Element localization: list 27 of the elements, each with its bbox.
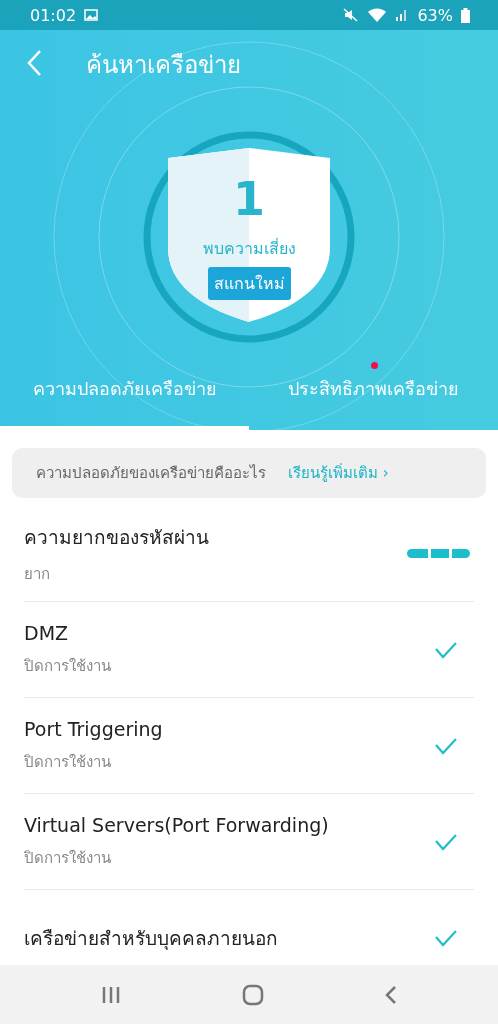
item-title: Port Triggering (24, 717, 164, 740)
info-text: ความปลอดภัยของเครือข่ายคืออะไร (36, 463, 266, 484)
item-status: ปิดการใช้งาน (24, 655, 112, 677)
rescan-button[interactable]: สแกนใหม่ (207, 267, 291, 300)
item-status: ปิดการใช้งาน (24, 751, 112, 773)
shield-icon (168, 148, 330, 322)
wifi-icon (367, 7, 388, 23)
item-title: Virtual Servers(Port Forwarding) (24, 813, 330, 836)
tab[interactable]: ความปลอดภัยเครือข่าย (0, 372, 249, 430)
recent-apps-button[interactable] (100, 985, 121, 1004)
home-button[interactable] (242, 983, 264, 1006)
tab[interactable]: ประสิทธิภาพเครือข่าย (249, 372, 498, 430)
risk-caption: พบความเสี่ยง (202, 237, 296, 260)
item-status: ปิดการใช้งาน (24, 847, 112, 869)
battery-percent: 63% (417, 5, 453, 25)
back-nav-button[interactable] (385, 984, 398, 1005)
item-status: ยาก (24, 563, 51, 585)
item-title: ความยากของรหัสผ่าน (24, 524, 210, 550)
learn-more-link[interactable]: เรียนรู้เพิ่มเติม › (288, 461, 389, 485)
status-time: 01:02 (30, 5, 77, 25)
image-icon (84, 9, 99, 21)
battery-icon (461, 7, 470, 23)
page-title: ค้นหาเครือข่าย (86, 49, 241, 81)
item-title: เครือข่ายสำหรับบุคคลภายนอก (24, 925, 279, 952)
item-title: DMZ (24, 621, 70, 644)
mute-icon (343, 8, 360, 22)
risk-count: 1 (233, 176, 265, 222)
